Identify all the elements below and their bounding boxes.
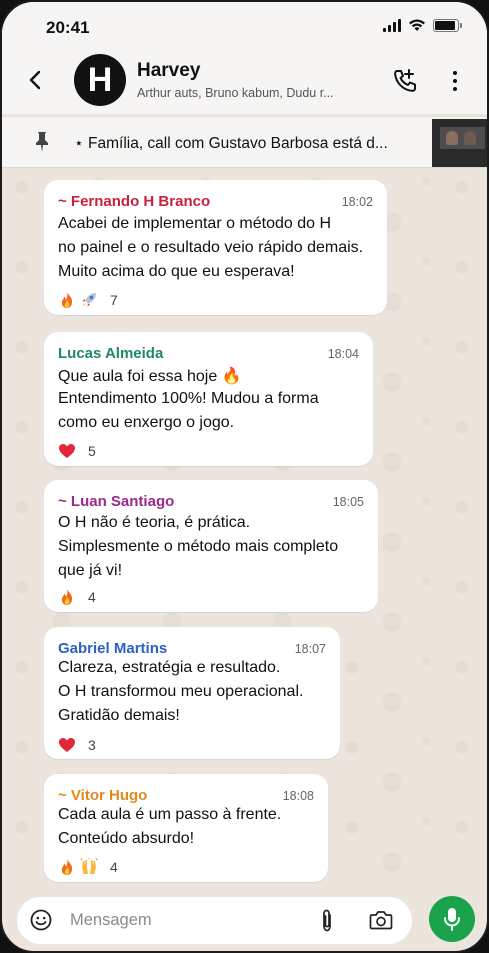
pinned-message-bar[interactable]: ⋆ Família, call com Gustavo Barbosa está… <box>2 116 487 168</box>
microphone-button[interactable] <box>429 896 475 942</box>
message-reactions[interactable]: 5 <box>58 442 96 460</box>
back-arrow-icon[interactable] <box>24 68 48 92</box>
message-time: 18:04 <box>327 347 359 361</box>
message-text-line: Clareza, estratégia e resultado. <box>58 659 281 676</box>
reaction-count: 4 <box>88 589 96 605</box>
battery-icon <box>433 19 462 32</box>
chat-members[interactable]: Arthur auts, Bruno kabum, Dudu r... <box>137 86 334 100</box>
call-add-icon[interactable] <box>391 67 419 95</box>
raised-hands-emoji-icon <box>80 858 98 874</box>
message-reactions[interactable]: 4 <box>58 858 118 876</box>
heart-emoji-icon <box>59 738 75 752</box>
message-sender[interactable]: Gabriel Martins <box>58 640 167 657</box>
camera-icon[interactable] <box>369 909 393 931</box>
message-text-line: Muito acima do que eu esperava! <box>58 263 295 280</box>
signal-icon <box>383 19 401 32</box>
message-text-line: Gratidão demais! <box>58 707 180 724</box>
message-text-line: Simplesmente o método mais completo <box>58 538 339 555</box>
more-options-icon[interactable] <box>445 67 465 95</box>
message-text-line: Acabei de implementar o método do H <box>58 215 332 232</box>
message-sender[interactable]: ~ Luan Santiago <box>58 493 174 510</box>
reaction-count: 3 <box>88 737 96 753</box>
battery-level <box>435 21 455 30</box>
message-text-line: Que aula foi essa hoje 🔥 <box>58 368 242 385</box>
message-input[interactable]: Mensagem <box>70 911 152 930</box>
message-text-line: no painel e o resultado veio rápido dema… <box>58 239 364 256</box>
message-time: 18:08 <box>282 789 314 803</box>
pin-icon <box>36 132 48 152</box>
message-sender[interactable]: ~ Fernando H Branco <box>58 193 210 210</box>
message-reactions[interactable]: 7 <box>58 291 118 309</box>
message-time: 18:07 <box>294 642 326 656</box>
reaction-count: 4 <box>110 859 118 875</box>
group-avatar[interactable]: H <box>74 54 126 106</box>
message-text-line: O H não é teoria, é prática. <box>58 514 251 531</box>
message-text-line: Cada aula é um passo à frente. <box>58 806 282 823</box>
reaction-count: 5 <box>88 443 96 459</box>
wifi-icon <box>409 19 425 31</box>
pinned-thumbnail[interactable] <box>432 119 487 167</box>
emoji-icon[interactable] <box>30 909 52 931</box>
reaction-count: 7 <box>110 292 118 308</box>
phone-screen: 20:41 H Harvey Arthur auts, Bruno kabum,… <box>0 0 489 953</box>
avatar-letter: H <box>87 60 113 99</box>
microphone-icon <box>444 908 460 931</box>
message-bubble[interactable]: ~ Luan Santiago 18:05 O H não é teoria, … <box>44 480 378 612</box>
message-reactions[interactable]: 4 <box>58 588 96 606</box>
message-sender[interactable]: Lucas Almeida <box>58 345 163 362</box>
chat-title[interactable]: Harvey <box>137 60 200 82</box>
heart-emoji-icon <box>59 444 75 458</box>
message-text-line: Entendimento 100%! Mudou a forma <box>58 390 319 407</box>
message-bubble[interactable]: ~ Vitor Hugo 18:08 Cada aula é um passo … <box>44 774 328 882</box>
status-icons <box>383 19 462 32</box>
attach-clip-icon[interactable] <box>317 908 337 934</box>
message-input-bar[interactable]: Mensagem <box>17 897 412 944</box>
message-text-line: como eu enxergo o jogo. <box>58 414 235 431</box>
message-bubble[interactable]: ~ Fernando H Branco 18:02 Acabei de impl… <box>44 180 387 315</box>
status-time: 20:41 <box>46 18 90 37</box>
message-reactions[interactable]: 3 <box>58 736 96 754</box>
pinned-message-text: ⋆ Família, call com Gustavo Barbosa está… <box>74 135 388 152</box>
message-sender[interactable]: ~ Vitor Hugo <box>58 787 147 804</box>
fire-emoji-icon <box>61 292 73 308</box>
message-bubble[interactable]: Gabriel Martins 18:07 Clareza, estratégi… <box>44 627 340 759</box>
message-text-line: Conteúdo absurdo! <box>58 830 195 847</box>
message-text-line: que já vi! <box>58 562 123 579</box>
message-time: 18:05 <box>332 495 364 509</box>
rocket-emoji-icon <box>82 293 96 307</box>
fire-emoji-icon <box>61 589 73 605</box>
message-time: 18:02 <box>341 195 373 209</box>
status-bar: 20:41 <box>2 2 487 48</box>
message-text-line: O H transformou meu operacional. <box>58 683 304 700</box>
fire-emoji-icon <box>61 859 73 875</box>
message-bubble[interactable]: Lucas Almeida 18:04 Que aula foi essa ho… <box>44 332 373 466</box>
chat-header: H Harvey Arthur auts, Bruno kabum, Dudu … <box>2 48 487 114</box>
